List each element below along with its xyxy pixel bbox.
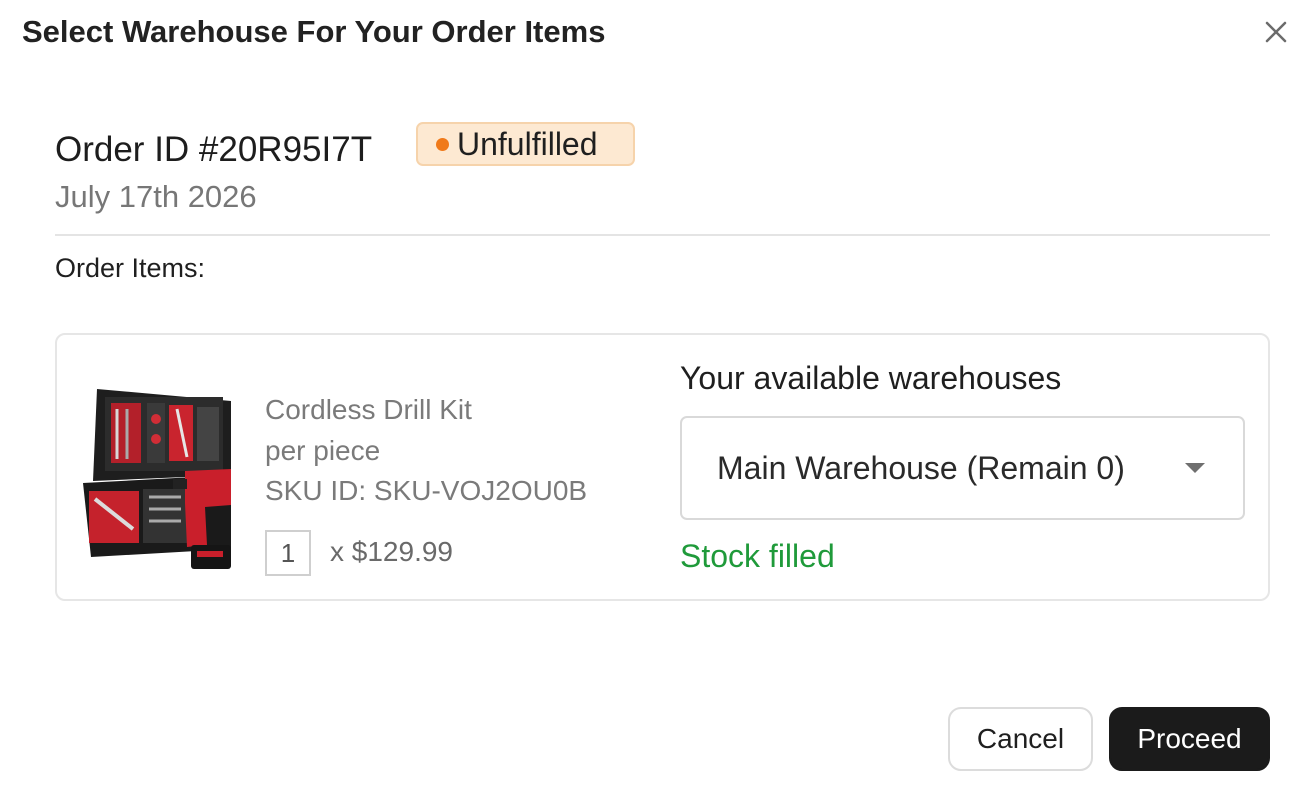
order-items-heading: Order Items: (55, 253, 206, 283)
status-badge: Unfulfilled (416, 122, 635, 166)
modal-title: Select Warehouse For Your Order Items (22, 14, 606, 49)
status-dot-icon (436, 137, 449, 151)
divider (55, 234, 1270, 236)
proceed-button[interactable]: Proceed (1109, 707, 1270, 771)
warehouse-select[interactable]: Main Warehouse (Remain 0) (680, 416, 1245, 520)
close-icon (1265, 21, 1287, 43)
drill-kit-image (83, 389, 231, 569)
status-badge-label: Unfulfilled (457, 126, 598, 162)
order-id: Order ID #20R95I7T (55, 130, 373, 169)
product-unit: per piece (265, 435, 381, 466)
close-button[interactable] (1262, 18, 1290, 46)
select-warehouse-modal: Select Warehouse For Your Order Items Or… (0, 0, 1301, 800)
order-item-card: Cordless Drill Kit per piece SKU ID: SKU… (55, 333, 1270, 601)
product-name: Cordless Drill Kit (265, 394, 472, 425)
product-sku: SKU ID: SKU-VOJ2OU0B (265, 475, 588, 506)
caret-down-icon (1185, 463, 1205, 473)
cancel-button[interactable]: Cancel (948, 707, 1093, 771)
quantity-box[interactable]: 1 (265, 530, 311, 576)
warehouse-select-value: Main Warehouse (Remain 0) (717, 450, 1125, 486)
order-date: July 17th 2026 (55, 179, 257, 214)
item-price: x $129.99 (330, 536, 453, 567)
warehouse-label: Your available warehouses (680, 360, 1062, 396)
stock-status: Stock filled (680, 538, 835, 574)
